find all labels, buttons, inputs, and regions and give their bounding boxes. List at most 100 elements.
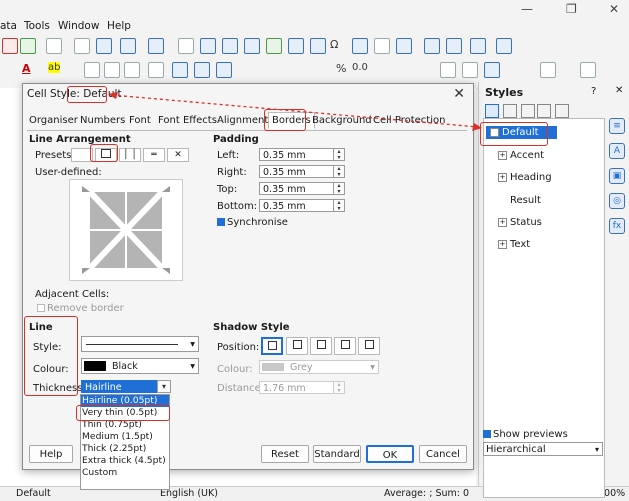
- align-right-icon[interactable]: [124, 62, 140, 78]
- tree-item-default[interactable]: − Default: [486, 126, 557, 139]
- align-left-icon[interactable]: [84, 62, 100, 78]
- shadow-top-left[interactable]: [358, 337, 380, 355]
- padding-bottom-field[interactable]: 0.35 mm: [259, 199, 335, 212]
- highlight-icon[interactable]: ab: [48, 62, 61, 73]
- special-character-icon[interactable]: Ω: [330, 38, 338, 51]
- chevron-down-icon[interactable]: ▾: [157, 380, 171, 393]
- freeze-icon[interactable]: [446, 38, 462, 54]
- tree-item-status[interactable]: + Status: [498, 217, 542, 228]
- show-draw-icon[interactable]: [496, 38, 512, 54]
- columns-icon[interactable]: [148, 38, 164, 54]
- chart-icon[interactable]: [288, 38, 304, 54]
- tree-item-accent[interactable]: + Accent: [498, 150, 544, 161]
- cell-styles-icon[interactable]: [485, 104, 499, 118]
- tree-item-text[interactable]: + Text: [498, 239, 530, 250]
- gallery-icon[interactable]: ▣: [609, 168, 625, 184]
- header-footer-icon[interactable]: [396, 38, 412, 54]
- thickness-option[interactable]: Hairline (0.05pt): [81, 395, 169, 407]
- shadow-distance-spinner[interactable]: ▴ ▾: [333, 381, 345, 394]
- comment-icon[interactable]: [374, 38, 390, 54]
- thickness-option[interactable]: Thin (0.75pt): [81, 419, 169, 431]
- conditional-icon[interactable]: [580, 62, 596, 78]
- maximize-icon[interactable]: ❐: [566, 2, 577, 16]
- shadow-bottom-right[interactable]: [286, 337, 308, 355]
- line-thickness-select[interactable]: Hairline (0.05pt): [81, 380, 157, 406]
- align-middle-icon[interactable]: [194, 62, 210, 78]
- align-bottom-icon[interactable]: [216, 62, 232, 78]
- hyperlink-icon[interactable]: [352, 38, 368, 54]
- autofilter-icon[interactable]: [244, 38, 260, 54]
- close-window-icon[interactable]: ✕: [609, 2, 619, 16]
- rows-icon[interactable]: [120, 38, 136, 54]
- padding-right-spinner[interactable]: ▴ ▾: [333, 165, 345, 178]
- tree-item-result[interactable]: Result: [510, 195, 541, 206]
- find-icon[interactable]: [74, 38, 90, 54]
- synchronise-checkbox[interactable]: Synchronise: [217, 217, 288, 228]
- styles-icon[interactable]: A: [609, 143, 625, 159]
- ok-button[interactable]: OK: [366, 445, 414, 463]
- expand-icon[interactable]: +: [498, 172, 507, 182]
- remove-border-checkbox[interactable]: Remove border: [37, 303, 124, 314]
- tree-item-heading[interactable]: + Heading: [498, 172, 552, 183]
- thickness-option[interactable]: Very thin (0.5pt): [81, 407, 169, 419]
- minimize-icon[interactable]: —: [521, 2, 533, 16]
- align-top-icon[interactable]: [172, 62, 188, 78]
- define-print-area-icon[interactable]: [424, 38, 440, 54]
- sidebar-close-icon[interactable]: ✕: [615, 85, 623, 96]
- collapse-icon[interactable]: −: [490, 127, 499, 137]
- padding-top-spinner[interactable]: ▴ ▾: [333, 182, 345, 195]
- outdent-icon[interactable]: [462, 62, 478, 78]
- sort-asc-icon[interactable]: [200, 38, 216, 54]
- clear-icon[interactable]: [2, 38, 18, 54]
- padding-left-spinner[interactable]: ▴ ▾: [333, 148, 345, 161]
- update-style-icon[interactable]: [555, 104, 569, 118]
- tab-organiser[interactable]: Organiser: [29, 115, 78, 126]
- fill-format-icon[interactable]: [521, 104, 535, 118]
- thickness-option[interactable]: Medium (1.5pt): [81, 431, 169, 443]
- help-button[interactable]: Help: [29, 445, 73, 463]
- shadow-colour-select[interactable]: Grey ▾: [259, 360, 379, 374]
- preset-diagonal[interactable]: ✕: [167, 148, 189, 162]
- expand-icon[interactable]: +: [498, 217, 507, 227]
- preset-left-right[interactable]: │ │: [119, 148, 141, 162]
- indent-icon[interactable]: [440, 62, 456, 78]
- decimal-icon[interactable]: 0.0: [352, 62, 368, 73]
- split-window-icon[interactable]: [470, 38, 486, 54]
- expand-icon[interactable]: +: [498, 239, 507, 249]
- navigator-icon[interactable]: ◎: [609, 193, 625, 209]
- pivot-icon[interactable]: [310, 38, 326, 54]
- tab-numbers[interactable]: Numbers: [80, 115, 125, 126]
- style-filter-select[interactable]: Hierarchical ▾: [483, 442, 603, 456]
- menu-help[interactable]: Help: [107, 20, 131, 32]
- tab-cell-protection[interactable]: Cell Protection: [373, 115, 445, 126]
- align-center-icon[interactable]: [104, 62, 120, 78]
- image-icon[interactable]: [266, 38, 282, 54]
- tab-font[interactable]: Font: [129, 115, 151, 126]
- menu-tools[interactable]: Tools: [24, 20, 50, 32]
- padding-bottom-spinner[interactable]: ▴ ▾: [333, 199, 345, 212]
- sort-desc-icon[interactable]: [222, 38, 238, 54]
- paste-icon[interactable]: [20, 38, 36, 54]
- spelling-icon[interactable]: [96, 38, 112, 54]
- shadow-distance-field[interactable]: 1.76 mm: [259, 381, 335, 394]
- tab-background[interactable]: Background: [312, 115, 372, 126]
- dialog-close-icon[interactable]: ✕: [453, 86, 465, 102]
- tab-borders[interactable]: Borders: [268, 112, 315, 129]
- menu-data[interactable]: ata: [0, 20, 17, 32]
- preset-top-bottom[interactable]: ═: [143, 148, 165, 162]
- justify-icon[interactable]: [148, 62, 164, 78]
- show-previews-checkbox[interactable]: Show previews: [483, 429, 568, 440]
- new-style-icon[interactable]: [537, 104, 551, 118]
- functions-icon[interactable]: fx: [609, 218, 625, 234]
- shadow-none[interactable]: [261, 337, 283, 355]
- shadow-top-right[interactable]: [310, 337, 332, 355]
- standard-button[interactable]: Standard: [313, 445, 361, 463]
- cancel-button[interactable]: Cancel: [419, 445, 467, 463]
- tab-font-effects[interactable]: Font Effects: [158, 115, 217, 126]
- sidebar-help-icon[interactable]: ?: [591, 86, 596, 97]
- preset-outer-border[interactable]: [95, 148, 117, 162]
- border-preview[interactable]: [69, 179, 183, 281]
- shadow-bottom-left[interactable]: [334, 337, 356, 355]
- undo-icon[interactable]: [46, 38, 62, 54]
- menu-window[interactable]: Window: [58, 20, 99, 32]
